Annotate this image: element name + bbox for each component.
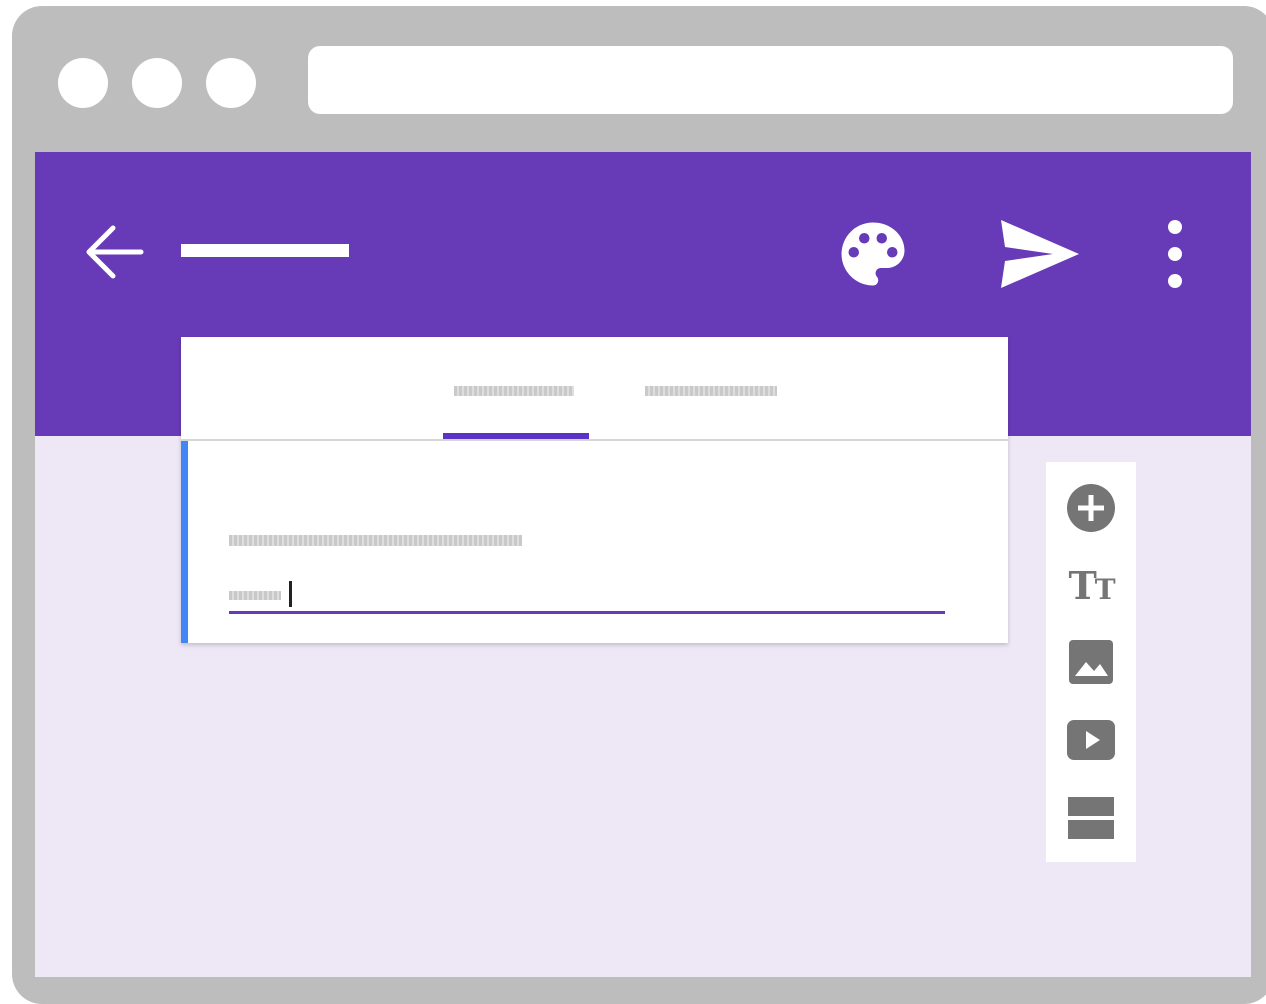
side-toolbar: TT: [1046, 462, 1136, 862]
back-button[interactable]: [77, 216, 149, 288]
question-focus-indicator: [181, 441, 188, 643]
question-title-placeholder: [229, 535, 522, 546]
arrow-left-icon: [86, 225, 144, 279]
page-viewport: TT: [35, 152, 1251, 977]
input-underline: [229, 611, 945, 614]
add-image-button[interactable]: [1063, 634, 1119, 690]
customize-theme-button[interactable]: [831, 212, 915, 296]
send-icon: [1001, 220, 1079, 288]
video-icon: [1067, 720, 1115, 760]
text-caret: [289, 581, 292, 607]
add-title-button[interactable]: TT: [1063, 558, 1119, 614]
active-tab-indicator: [443, 433, 589, 439]
send-button[interactable]: [995, 214, 1085, 294]
add-question-button[interactable]: [1063, 480, 1119, 536]
section-icon: [1068, 797, 1114, 839]
form-title-placeholder[interactable]: [181, 244, 349, 257]
tab-questions-label: [454, 386, 574, 396]
palette-icon: [841, 222, 905, 286]
question-item[interactable]: [181, 441, 1008, 643]
form-card: [181, 337, 1008, 643]
more-options-button[interactable]: [1155, 214, 1195, 294]
tab-bar: [181, 337, 1008, 441]
window-dot-close[interactable]: [58, 58, 108, 108]
browser-window: TT: [12, 6, 1266, 1004]
window-dot-minimize[interactable]: [132, 58, 182, 108]
title-text-icon: TT: [1068, 563, 1115, 608]
answer-text-placeholder: [229, 591, 281, 600]
add-video-button[interactable]: [1063, 712, 1119, 768]
more-vert-icon: [1168, 220, 1182, 288]
answer-input[interactable]: [229, 571, 945, 614]
add-circle-icon: [1067, 484, 1115, 532]
address-bar[interactable]: [308, 46, 1233, 114]
tab-responses-label: [645, 386, 777, 396]
tab-questions[interactable]: [443, 337, 589, 439]
tab-responses[interactable]: [633, 337, 783, 439]
add-section-button[interactable]: [1063, 790, 1119, 846]
window-dot-maximize[interactable]: [206, 58, 256, 108]
image-icon: [1069, 640, 1113, 684]
